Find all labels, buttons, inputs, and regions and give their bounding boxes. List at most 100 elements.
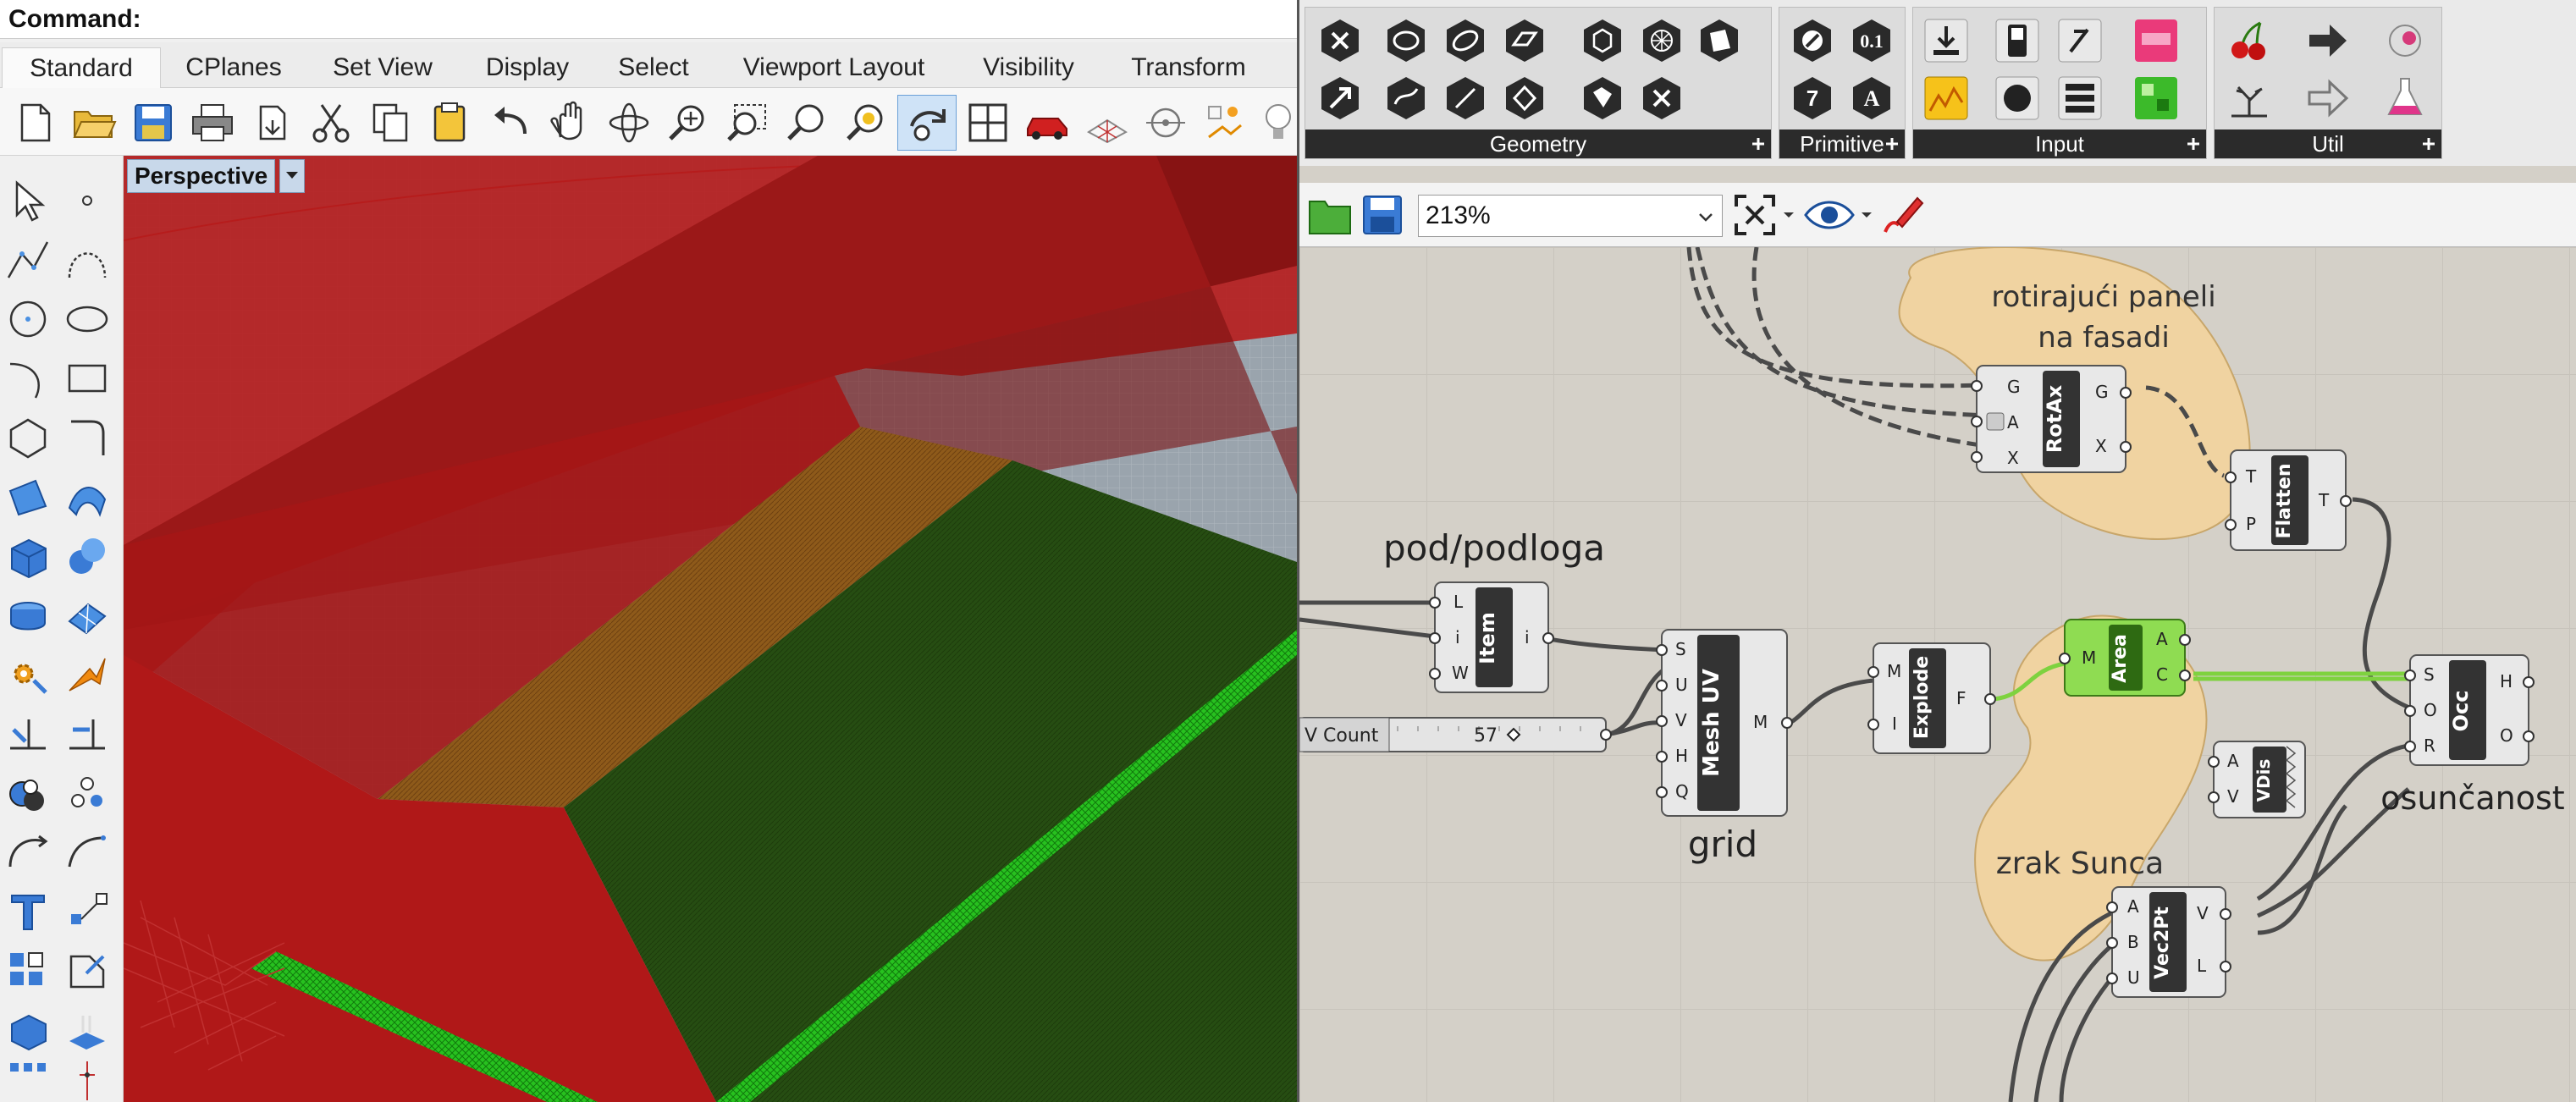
component-rotax[interactable]: RotAx G A X G X bbox=[1971, 365, 2132, 473]
geometry-circle-icon[interactable] bbox=[1382, 16, 1431, 65]
grasshopper-canvas[interactable]: rotirajući paneli na fasadi zrak Sunca p… bbox=[1299, 247, 2576, 1102]
geometry-curve-icon[interactable] bbox=[1382, 74, 1431, 123]
geometry-vector-icon[interactable] bbox=[1316, 74, 1365, 123]
input-list-icon[interactable] bbox=[2055, 74, 2104, 123]
zoom-icon[interactable] bbox=[665, 100, 711, 146]
input-gradient-icon[interactable] bbox=[2132, 16, 2181, 65]
chevron-down-icon[interactable] bbox=[1782, 208, 1795, 222]
zoom-window-icon[interactable] bbox=[725, 100, 770, 146]
sweep-icon[interactable] bbox=[64, 474, 110, 520]
split-icon[interactable] bbox=[64, 652, 110, 697]
osnap-icon[interactable] bbox=[1143, 100, 1189, 146]
points-icon[interactable] bbox=[64, 770, 110, 816]
text-icon[interactable] bbox=[5, 889, 51, 934]
primitive-text-icon[interactable]: A bbox=[1847, 74, 1896, 123]
gear-tools-icon[interactable] bbox=[5, 652, 51, 697]
ellipse-icon[interactable] bbox=[64, 296, 110, 342]
chevron-down-icon[interactable] bbox=[1860, 208, 1873, 222]
rotate-view-icon[interactable] bbox=[606, 100, 652, 146]
component-flatten[interactable]: Flatten T P T bbox=[2225, 449, 2352, 551]
input-button-icon[interactable] bbox=[1993, 74, 2042, 123]
input-slider-icon[interactable] bbox=[2055, 16, 2104, 65]
open-folder-icon[interactable] bbox=[71, 100, 117, 146]
preview-eye-icon[interactable] bbox=[1802, 191, 1856, 239]
component-occlusion[interactable]: Occ S O R H O bbox=[2404, 654, 2535, 766]
select-arrow-icon[interactable] bbox=[5, 178, 51, 223]
zoom-selected-icon[interactable] bbox=[843, 100, 889, 146]
v-count-slider[interactable]: V Count 57 bbox=[1299, 717, 1612, 752]
extend-icon[interactable] bbox=[64, 711, 110, 757]
viewport-title[interactable]: Perspective bbox=[127, 159, 276, 193]
polyline-icon[interactable] bbox=[5, 237, 51, 283]
geometry-box-icon[interactable] bbox=[1578, 16, 1627, 65]
geometry-plane-icon[interactable] bbox=[1500, 16, 1549, 65]
new-file-icon[interactable] bbox=[12, 100, 58, 146]
circle-icon[interactable] bbox=[5, 296, 51, 342]
curve-icon[interactable] bbox=[64, 237, 110, 283]
input-graph-icon[interactable] bbox=[1922, 74, 1971, 123]
panel-input-label[interactable]: Input bbox=[1913, 129, 2206, 158]
point-icon[interactable] bbox=[64, 178, 110, 223]
geometry-point-icon[interactable] bbox=[1500, 74, 1549, 123]
component-list-item[interactable]: Item L i W i bbox=[1429, 581, 1554, 693]
bend-icon[interactable] bbox=[5, 829, 51, 875]
tab-viewport-layout[interactable]: Viewport Layout bbox=[728, 47, 940, 88]
sketch-pen-icon[interactable] bbox=[1878, 191, 1926, 239]
dimension-icon[interactable] bbox=[64, 889, 110, 934]
undo-icon[interactable] bbox=[488, 100, 533, 146]
point-light-icon[interactable] bbox=[1202, 100, 1248, 146]
panel-expand-icon[interactable] bbox=[2186, 136, 2201, 152]
pan-hand-icon[interactable] bbox=[547, 100, 593, 146]
input-swatch-icon[interactable] bbox=[2132, 74, 2181, 123]
zoom-select[interactable]: 213% bbox=[1418, 195, 1723, 237]
tab-transform[interactable]: Transform bbox=[1114, 47, 1263, 88]
primitive-boolean-icon[interactable] bbox=[1788, 16, 1837, 65]
geometry-line-icon[interactable] bbox=[1441, 74, 1490, 123]
transform-icon[interactable] bbox=[64, 829, 110, 875]
cylinder-icon[interactable] bbox=[5, 592, 51, 638]
geometry-remove-icon[interactable] bbox=[1316, 16, 1365, 65]
save-file-icon[interactable] bbox=[1359, 191, 1406, 239]
group-icon[interactable] bbox=[5, 948, 51, 994]
rectangle-icon[interactable] bbox=[64, 355, 110, 401]
panel-util-label[interactable]: Util bbox=[2215, 129, 2441, 158]
primitive-number-icon[interactable]: 0.1 bbox=[1847, 16, 1896, 65]
tab-select[interactable]: Select bbox=[603, 47, 704, 88]
command-line[interactable]: Command: bbox=[0, 0, 1297, 39]
panel-expand-icon[interactable] bbox=[1751, 136, 1766, 152]
import-icon[interactable] bbox=[249, 100, 295, 146]
trim-icon[interactable] bbox=[5, 711, 51, 757]
arc-icon[interactable] bbox=[5, 355, 51, 401]
tab-visibility[interactable]: Visibility bbox=[965, 47, 1092, 88]
input-download-icon[interactable] bbox=[1922, 16, 1971, 65]
component-vector-display[interactable]: VDis A V bbox=[2208, 741, 2306, 818]
perspective-viewport[interactable]: Perspective bbox=[124, 156, 1297, 1102]
open-file-icon[interactable] bbox=[1306, 191, 1354, 239]
tab-standard[interactable]: Standard bbox=[2, 47, 161, 88]
surface-icon[interactable] bbox=[5, 474, 51, 520]
tab-cplanes[interactable]: CPlanes bbox=[174, 47, 293, 88]
four-viewports-icon[interactable] bbox=[965, 100, 1011, 146]
component-vec2pt[interactable]: Vec2Pt A B U V L bbox=[2106, 886, 2231, 998]
geometry-circular-icon[interactable] bbox=[1441, 16, 1490, 65]
component-area[interactable]: Area M A C bbox=[2059, 619, 2191, 697]
rotate-camera-button[interactable] bbox=[897, 95, 957, 151]
panel-expand-icon[interactable] bbox=[1884, 136, 1900, 152]
cut-icon[interactable] bbox=[308, 100, 354, 146]
grid-options-icon[interactable] bbox=[1084, 100, 1129, 146]
util-sphere-icon[interactable] bbox=[2380, 16, 2430, 65]
viewport-menu-button[interactable] bbox=[279, 159, 305, 193]
fillet-icon[interactable] bbox=[64, 415, 110, 460]
primitive-integer-icon[interactable]: 7 bbox=[1788, 74, 1837, 123]
sphere-icon[interactable] bbox=[64, 533, 110, 579]
light-icon[interactable] bbox=[1258, 100, 1292, 146]
util-arrow-icon[interactable] bbox=[2303, 16, 2352, 65]
util-arrow-outline-icon[interactable] bbox=[2303, 74, 2352, 123]
panel-geometry-label[interactable]: Geometry bbox=[1305, 129, 1771, 158]
geometry-mesh-icon[interactable] bbox=[1637, 16, 1686, 65]
box-icon[interactable] bbox=[5, 533, 51, 579]
print-icon[interactable] bbox=[190, 100, 235, 146]
grid-array-icon[interactable] bbox=[5, 1058, 51, 1102]
save-icon[interactable] bbox=[130, 100, 176, 146]
display-icon[interactable] bbox=[5, 1007, 51, 1053]
